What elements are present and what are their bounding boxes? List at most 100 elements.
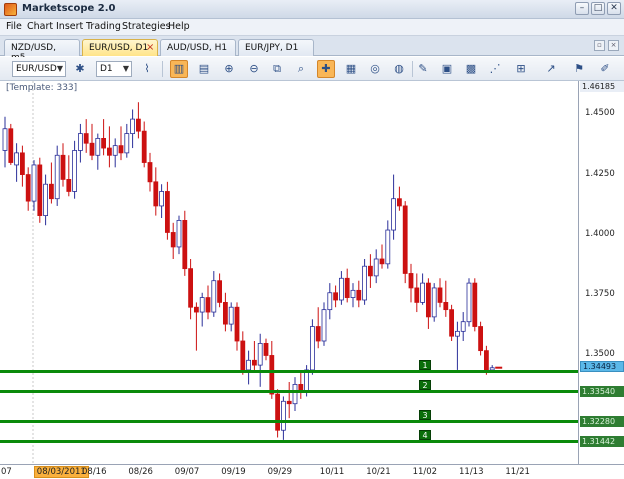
candle[interactable] — [49, 162, 54, 204]
price-axis[interactable]: 1.4500 1.4250 1.4000 1.3750 1.3500 — [578, 81, 624, 464]
candle[interactable] — [292, 377, 298, 411]
candle[interactable] — [37, 157, 43, 223]
candle[interactable] — [396, 186, 402, 211]
trend-icon[interactable]: ↗ — [542, 60, 560, 78]
tab-nzdusd-m5[interactable]: NZD/USD, m5 — [4, 39, 80, 63]
menu-help[interactable]: Help — [168, 21, 190, 32]
candle[interactable] — [240, 331, 246, 375]
pencil-icon[interactable]: ✎ — [414, 60, 432, 78]
candle[interactable] — [298, 372, 304, 399]
properties-icon[interactable]: ▤ — [195, 60, 213, 78]
close-chart-icon[interactable]: × — [608, 40, 619, 51]
candle[interactable] — [153, 167, 159, 216]
candles-view-icon[interactable]: ▥ — [170, 60, 188, 78]
candle[interactable] — [83, 119, 89, 153]
candle[interactable] — [222, 292, 228, 332]
candle[interactable] — [101, 119, 106, 156]
candle[interactable] — [472, 278, 478, 332]
marker-icon[interactable]: ⚑ — [570, 60, 588, 78]
candle[interactable] — [193, 302, 199, 351]
candle[interactable] — [333, 285, 339, 308]
candle[interactable] — [188, 258, 194, 320]
candle[interactable] — [164, 181, 170, 240]
candle[interactable] — [72, 140, 77, 199]
zoom-in-icon[interactable]: ⊕ — [220, 60, 238, 78]
tab-eurusd-d1[interactable]: EUR/USD, D1 × — [82, 39, 158, 56]
restore-chart-icon[interactable]: ▫ — [594, 40, 605, 51]
candle[interactable] — [234, 302, 240, 351]
globe-icon[interactable]: ◍ — [390, 60, 408, 78]
menu-strategies[interactable]: Strategies — [122, 21, 171, 32]
candle[interactable] — [309, 319, 315, 375]
candle[interactable] — [431, 283, 437, 322]
candle[interactable] — [43, 174, 48, 226]
candle[interactable] — [327, 283, 333, 320]
candle[interactable] — [443, 280, 449, 317]
candle[interactable] — [257, 333, 263, 387]
candle[interactable] — [176, 215, 182, 255]
candle[interactable] — [437, 278, 443, 308]
candle[interactable] — [95, 133, 101, 170]
candle[interactable] — [414, 273, 420, 313]
support-level-line[interactable] — [0, 389, 578, 393]
support-level-line[interactable] — [0, 369, 578, 373]
tab-eurjpy-d1[interactable]: EUR/JPY, D1 — [238, 39, 314, 56]
oscillator-icon[interactable]: ◎ — [366, 60, 384, 78]
candle[interactable] — [420, 273, 426, 305]
candle[interactable] — [135, 102, 141, 139]
candle[interactable] — [402, 201, 408, 284]
candle[interactable] — [211, 271, 217, 317]
support-level-line[interactable] — [0, 420, 578, 424]
candle[interactable] — [124, 123, 130, 158]
brush-icon[interactable]: ✐ — [596, 60, 614, 78]
candle[interactable] — [321, 302, 327, 346]
candle[interactable] — [199, 292, 205, 327]
candle[interactable] — [362, 258, 368, 305]
candle[interactable] — [205, 285, 211, 320]
candle[interactable] — [78, 123, 83, 163]
candle[interactable] — [338, 271, 344, 305]
candle[interactable] — [379, 244, 385, 269]
candle[interactable] — [373, 249, 379, 284]
candle[interactable] — [251, 340, 257, 370]
add-line-icon[interactable]: ⊞ — [512, 60, 530, 78]
zoom-fit-icon[interactable]: ⧉ — [268, 60, 286, 78]
chart-area[interactable]: [Template: 333] 1234 1.4500 1.4250 1.4000 1… — [0, 81, 624, 479]
restore-icon[interactable]: □ — [591, 2, 605, 15]
candle[interactable] — [112, 138, 118, 168]
candle[interactable] — [228, 302, 234, 332]
candle[interactable] — [19, 145, 25, 187]
candle[interactable] — [182, 210, 188, 276]
candle[interactable] — [118, 126, 124, 161]
candle[interactable] — [367, 254, 373, 288]
candle[interactable] — [170, 222, 176, 259]
candle[interactable] — [350, 283, 356, 308]
candle[interactable] — [8, 123, 14, 165]
candle[interactable] — [107, 126, 112, 168]
menu-chart[interactable]: Chart — [27, 21, 53, 32]
zoom-out-icon[interactable]: ⊖ — [245, 60, 263, 78]
candle[interactable] — [66, 155, 72, 197]
tick-chart-icon[interactable]: ⌇ — [138, 60, 156, 78]
candle[interactable] — [315, 307, 321, 349]
candle[interactable] — [263, 338, 269, 361]
candle[interactable] — [141, 121, 147, 168]
candle[interactable] — [466, 278, 472, 327]
indicator-icon[interactable]: ▦ — [342, 60, 360, 78]
date-axis[interactable]: 07 08/03/2011 08/16 08/26 09/07 09/19 09/29 10/… — [0, 464, 624, 479]
candle[interactable] — [425, 278, 431, 329]
fibonacci-icon[interactable]: ⋰ — [486, 60, 504, 78]
candle[interactable] — [246, 350, 252, 385]
candle[interactable] — [391, 174, 397, 240]
candle[interactable] — [31, 160, 37, 211]
candle[interactable] — [275, 389, 281, 438]
price-plot[interactable] — [0, 81, 578, 464]
grid-icon[interactable]: ▩ — [462, 60, 480, 78]
search-chart-icon[interactable]: ⌕ — [292, 60, 310, 78]
menu-file[interactable]: File — [6, 21, 22, 32]
symbol-select[interactable]: EUR/USD ▼ — [12, 61, 66, 77]
close-tab-icon[interactable]: × — [146, 42, 154, 53]
menu-insert[interactable]: Insert — [56, 21, 83, 32]
candle[interactable] — [54, 145, 60, 206]
candle[interactable] — [25, 167, 31, 211]
